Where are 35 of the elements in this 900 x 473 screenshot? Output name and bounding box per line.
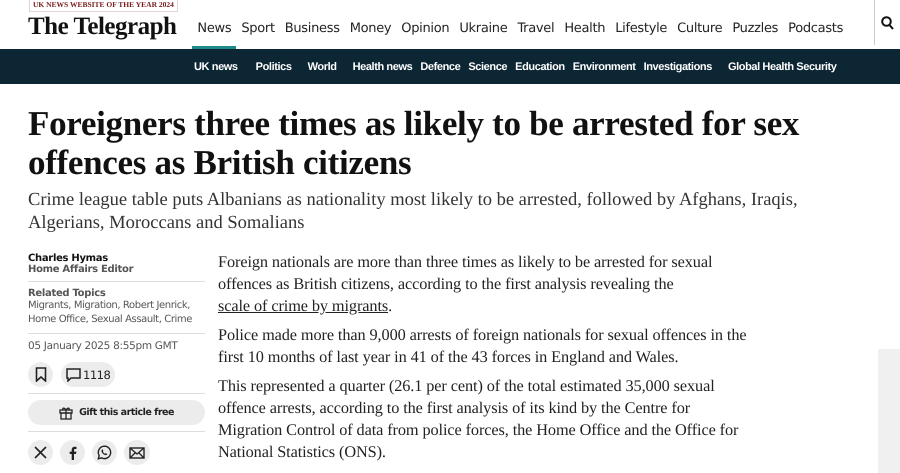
- article-paragraph: Foreign nationals are more than three times as likely to be arrested for sexual offences as British citizens, according to the first analysis revealing the scale of crime by migrants.: [218, 251, 714, 317]
- section-link[interactable]: Global Health Security: [728, 60, 837, 72]
- standfirst: Crime league table puts Albanians as nationality most likely to be arrested, followed by Afghans, Iraqis, Algerians, Moroccans and Somalians: [28, 189, 799, 235]
- publish-date: 05 January 2025 8:55pm GMT: [28, 340, 179, 352]
- comments-button[interactable]: 1118: [61, 362, 116, 387]
- nav-tab[interactable]: Ukraine: [454, 21, 512, 49]
- nav-tab[interactable]: Opinion: [396, 21, 454, 49]
- nav-tab[interactable]: Puzzles: [727, 21, 784, 49]
- gift-article-button[interactable]: Gift this article free: [28, 400, 205, 425]
- related-topics-title: Related Topics: [28, 288, 106, 299]
- article-link[interactable]: scale of crime by migrants: [218, 296, 388, 315]
- section-link[interactable]: Health news: [352, 60, 412, 72]
- headline: Foreigners three times as likely to be arrested for sex offences as British citizens: [28, 104, 800, 182]
- nav-tab[interactable]: Lifestyle: [610, 21, 672, 49]
- site-logo[interactable]: The Telegraph: [28, 13, 176, 41]
- nav-tab[interactable]: Podcasts: [783, 21, 848, 49]
- article-paragraph: This represented a quarter (26.1 per cent) of the total estimated 35,000 sexual offence arrests, according to the first analysis of its kind by the Centre for Migration Control of data from police forces, the Home Office and the Office for National Statistics (ONS).: [218, 375, 740, 463]
- nav-tab[interactable]: Culture: [672, 21, 728, 49]
- section-link[interactable]: Defence: [420, 60, 460, 72]
- related-topics-list[interactable]: Migrants, Migration, Robert Jenrick, Home Office, Sexual Assault, Crime: [28, 299, 205, 327]
- section-link[interactable]: Investigations: [644, 60, 712, 72]
- nav-tab[interactable]: Travel: [512, 21, 560, 49]
- section-link[interactable]: UK news: [194, 60, 238, 72]
- author-name[interactable]: Charles Hymas: [28, 253, 205, 264]
- section-link[interactable]: Environment: [572, 60, 636, 72]
- author-role: Home Affairs Editor: [28, 264, 134, 275]
- section-link[interactable]: World: [308, 60, 337, 72]
- nav-tab[interactable]: Health: [559, 21, 610, 49]
- section-link[interactable]: Science: [468, 60, 508, 72]
- nav-tab[interactable]: Money: [344, 21, 396, 49]
- nav-tab[interactable]: Sport: [236, 21, 280, 49]
- nav-tab[interactable]: Business: [280, 21, 345, 49]
- article-paragraph: Police made more than 9,000 arrests of foreign nationals for sexual offences in the first 10 months of last year in 41 of the 43 forces in England and Wales.: [218, 324, 748, 368]
- section-link[interactable]: Politics: [256, 60, 292, 72]
- section-link[interactable]: Education: [515, 60, 565, 72]
